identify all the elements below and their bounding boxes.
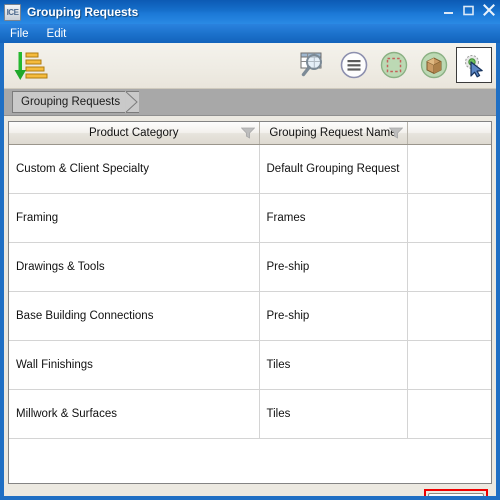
cell-grouping-request-name: Tiles [259, 389, 408, 439]
breadcrumb-item-grouping-requests[interactable]: Grouping Requests [12, 91, 140, 113]
cell-grouping-request-name: Frames [259, 193, 408, 243]
data-grid[interactable]: Product Category Grouping Request Name C… [8, 121, 492, 484]
column-header-label: Product Category [89, 126, 179, 139]
table-row[interactable]: Wall Finishings Tiles [9, 340, 491, 390]
column-header-grouping-request-name[interactable]: Grouping Request Name [259, 122, 408, 145]
cell-grouping-request-name: Pre-ship [259, 242, 408, 292]
filter-funnel-icon[interactable] [388, 127, 403, 139]
table-row[interactable]: Drawings & Tools Pre-ship [9, 242, 491, 292]
app-icon: ICE [4, 3, 21, 21]
application-window: ICE Grouping Requests File Edit Grouping… [0, 0, 500, 500]
column-header-product-category[interactable]: Product Category [9, 122, 260, 145]
sort-descending-icon[interactable] [12, 48, 48, 84]
find-in-table-icon[interactable] [296, 46, 332, 84]
list-menu-icon[interactable] [336, 46, 372, 84]
cell-empty [407, 291, 491, 341]
breadcrumb: Grouping Requests [4, 89, 496, 116]
cell-empty [407, 193, 491, 243]
cell-product-category: Wall Finishings [9, 340, 260, 390]
cell-empty [407, 340, 491, 390]
cell-product-category: Framing [9, 193, 260, 243]
pick-pointer-icon[interactable] [456, 47, 492, 83]
cell-grouping-request-name: Tiles [259, 340, 408, 390]
breadcrumb-item-label: Grouping Requests [21, 96, 121, 108]
cell-empty [407, 242, 491, 292]
title-bar[interactable]: ICE Grouping Requests [0, 0, 500, 24]
table-body: Custom & Client Specialty Default Groupi… [9, 144, 491, 439]
cell-empty [407, 144, 491, 194]
close-button[interactable]: Close [428, 493, 484, 496]
table-row[interactable]: Millwork & Surfaces Tiles [9, 389, 491, 439]
table-row[interactable]: Base Building Connections Pre-ship [9, 291, 491, 341]
close-icon[interactable] [481, 3, 496, 17]
client-area: Grouping Requests Product Category Group… [4, 43, 496, 496]
cell-product-category: Drawings & Tools [9, 242, 260, 292]
cell-grouping-request-name: Pre-ship [259, 291, 408, 341]
maximize-icon[interactable] [461, 3, 476, 17]
minimize-icon[interactable] [441, 3, 456, 17]
cell-empty [407, 389, 491, 439]
package-box-icon[interactable] [416, 46, 452, 84]
cell-product-category: Base Building Connections [9, 291, 260, 341]
toolbar [4, 43, 496, 89]
window-title: Grouping Requests [27, 5, 139, 19]
close-button-area: Close [424, 489, 488, 496]
toolbar-buttons [296, 46, 492, 84]
selection-box-icon[interactable] [376, 46, 412, 84]
menu-bar: File Edit [0, 24, 500, 43]
window-controls [441, 3, 496, 17]
cell-grouping-request-name: Default Grouping Request [259, 144, 408, 194]
column-header-label: Grouping Request Name [269, 126, 397, 139]
column-header-empty[interactable] [407, 122, 491, 145]
menu-item-file[interactable]: File [8, 27, 31, 41]
cell-product-category: Millwork & Surfaces [9, 389, 260, 439]
cell-product-category: Custom & Client Specialty [9, 144, 260, 194]
table-row[interactable]: Framing Frames [9, 193, 491, 243]
breadcrumb-chevron-icon [125, 91, 138, 113]
filter-funnel-icon[interactable] [240, 127, 255, 139]
menu-item-edit[interactable]: Edit [45, 27, 69, 41]
table-row[interactable]: Custom & Client Specialty Default Groupi… [9, 144, 491, 194]
table-header-row: Product Category Grouping Request Name [9, 122, 491, 145]
